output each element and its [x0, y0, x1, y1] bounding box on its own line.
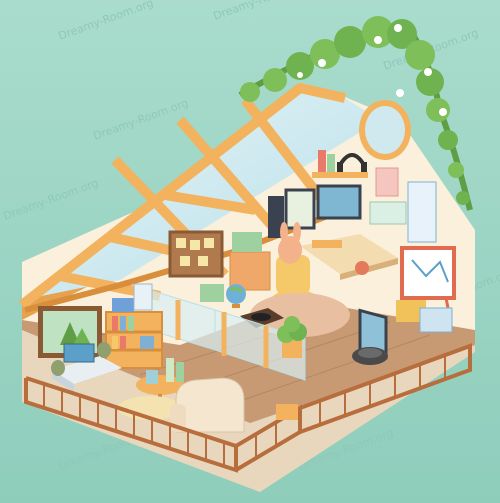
attic-room-illustration: Dreamy-Room.org Dreamy-Room.org Dreamy-R…	[0, 0, 500, 503]
book	[327, 154, 335, 172]
green-box	[200, 284, 224, 302]
bottle	[176, 362, 184, 382]
monitor-vertical	[284, 188, 316, 230]
storage-basket	[419, 307, 453, 333]
game-console	[63, 343, 95, 363]
keyboard	[312, 240, 342, 248]
armchair	[170, 377, 245, 433]
step-block	[276, 404, 298, 420]
mug	[355, 261, 369, 275]
camera	[112, 298, 134, 312]
wall-chart	[407, 181, 437, 243]
storage-box	[232, 232, 262, 252]
game-scene: Dreamy-Room.org Dreamy-Room.org Dreamy-R…	[0, 0, 500, 503]
round-window	[359, 100, 411, 160]
speaker	[51, 360, 65, 376]
bottle	[166, 358, 174, 382]
wall-poster	[375, 167, 399, 197]
wall-poster	[369, 201, 407, 225]
mug	[146, 370, 158, 384]
monitor-main	[316, 184, 362, 220]
book	[318, 150, 326, 172]
speaker	[97, 342, 111, 358]
photo-frame	[133, 283, 153, 311]
